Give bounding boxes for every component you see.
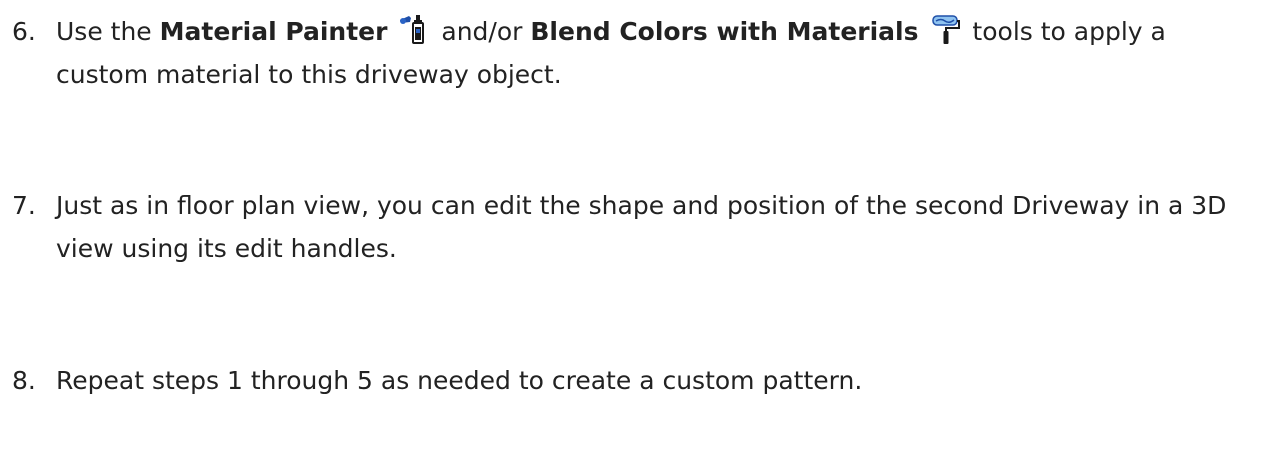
material-painter-icon (398, 13, 430, 45)
spray-can-glyph (400, 15, 425, 44)
step-text: Just as in floor plan view, you can edit… (56, 191, 1227, 263)
step-text: Use the Material Painter and/or Blend Co… (56, 10, 1259, 96)
step-text-between: and/or (441, 17, 531, 46)
step-text: Repeat steps 1 through 5 as needed to cr… (56, 366, 863, 395)
step-number: 6. (12, 17, 36, 46)
step-6: 6. Use the Material Painter and/or Blend… (12, 10, 1259, 96)
paint-roller-glyph (932, 15, 961, 44)
material-painter-tool-name: Material Painter (159, 17, 388, 46)
step-number: 7. (12, 191, 36, 220)
step-7: 7. Just as in floor plan view, you can e… (12, 184, 1259, 270)
step-number: 8. (12, 366, 36, 395)
blend-colors-with-materials-icon (929, 13, 961, 45)
step-8: 8. Repeat steps 1 through 5 as needed to… (12, 359, 1259, 402)
blend-colors-tool-name: Blend Colors with Materials (530, 17, 919, 46)
step-text-before: Use the (56, 17, 160, 46)
